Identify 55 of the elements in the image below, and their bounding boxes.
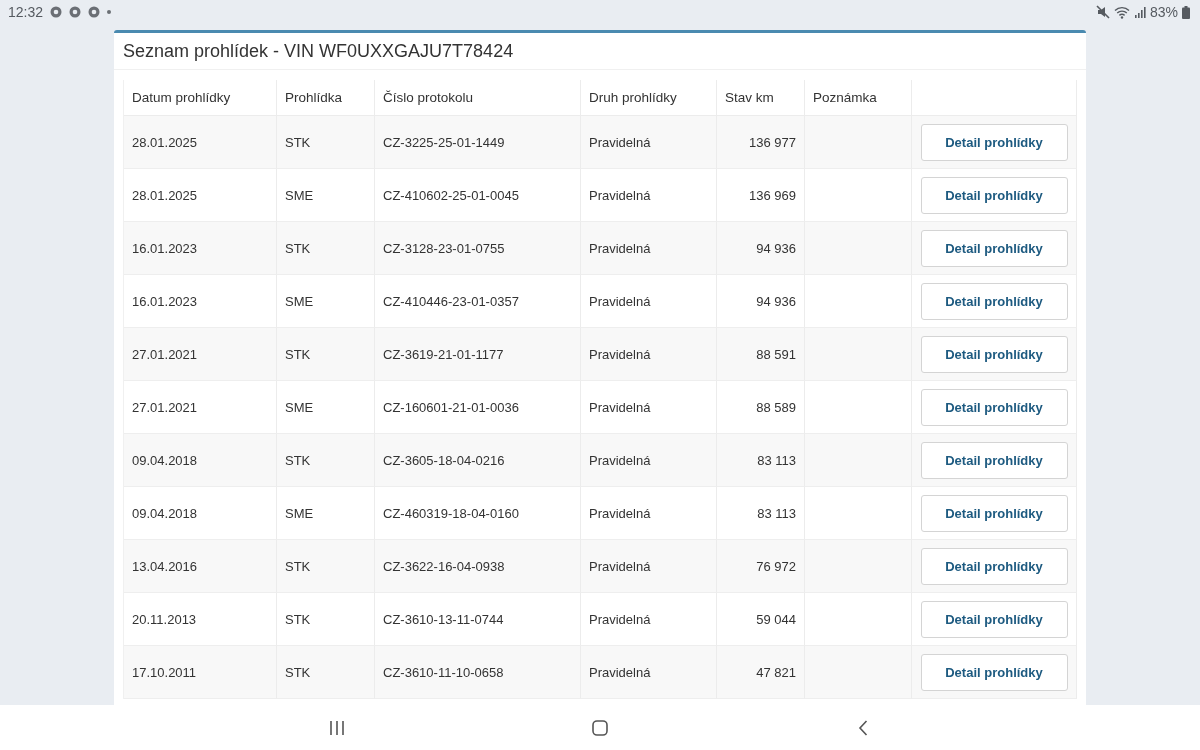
table-cell: 76 972 <box>717 540 805 593</box>
table-cell: 88 591 <box>717 328 805 381</box>
detail-button[interactable]: Detail prohlídky <box>920 176 1068 214</box>
detail-button[interactable]: Detail prohlídky <box>920 123 1068 161</box>
table-cell: STK <box>277 116 375 169</box>
table-cell: Pravidelná <box>581 328 717 381</box>
browser-notification-icon <box>50 6 63 18</box>
table-cell: 28.01.2025 <box>124 116 277 169</box>
battery-icon <box>1182 5 1190 19</box>
table-cell: 09.04.2018 <box>124 434 277 487</box>
detail-button[interactable]: Detail prohlídky <box>920 547 1068 585</box>
table-cell: 13.04.2016 <box>124 540 277 593</box>
table-cell: STK <box>277 434 375 487</box>
detail-button[interactable]: Detail prohlídky <box>920 388 1068 426</box>
battery-percentage: 83% <box>1149 4 1178 20</box>
detail-button[interactable]: Detail prohlídky <box>920 282 1068 320</box>
detail-button[interactable]: Detail prohlídky <box>920 494 1068 532</box>
detail-button[interactable]: Detail prohlídky <box>920 600 1068 638</box>
table-cell: Pravidelná <box>581 222 717 275</box>
table-cell: 83 113 <box>717 434 805 487</box>
list-title: Seznam prohlídek - VIN WF0UXXGAJU7T78424 <box>114 33 1086 70</box>
table-cell: 27.01.2021 <box>124 328 277 381</box>
wifi-icon <box>1113 5 1130 19</box>
table-cell: STK <box>277 222 375 275</box>
detail-button[interactable]: Detail prohlídky <box>920 229 1068 267</box>
browser-notification-icon <box>88 6 101 18</box>
detail-button[interactable]: Detail prohlídky <box>920 653 1068 691</box>
table-cell: CZ-3619-21-01-1177 <box>375 328 581 381</box>
table-cell: Pravidelná <box>581 540 717 593</box>
mute-icon <box>1095 5 1110 19</box>
table-cell: STK <box>277 646 375 699</box>
table-cell: Pravidelná <box>581 646 717 699</box>
table-cell: CZ-3622-16-04-0938 <box>375 540 581 593</box>
back-icon[interactable] <box>858 719 868 736</box>
table-cell: STK <box>277 328 375 381</box>
detail-button[interactable]: Detail prohlídky <box>920 335 1068 373</box>
table-cell: 17.10.2011 <box>124 646 277 699</box>
browser-notification-icon <box>69 6 82 18</box>
table-cell: 94 936 <box>717 222 805 275</box>
home-icon[interactable] <box>592 719 608 736</box>
clock-time: 12:32 <box>8 4 44 20</box>
table-cell: CZ-3225-25-01-1449 <box>375 116 581 169</box>
table-cell: Pravidelná <box>581 116 717 169</box>
table-cell: CZ-3610-11-10-0658 <box>375 646 581 699</box>
table-cell: 16.01.2023 <box>124 222 277 275</box>
recent-apps-icon[interactable] <box>329 720 345 735</box>
table-cell: 136 977 <box>717 116 805 169</box>
dot-icon <box>107 10 112 14</box>
table-cell: Pravidelná <box>581 434 717 487</box>
table-cell: CZ-3605-18-04-0216 <box>375 434 581 487</box>
table-cell: 47 821 <box>717 646 805 699</box>
signal-icon <box>1133 6 1146 18</box>
table-cell: STK <box>277 540 375 593</box>
table-cell: CZ-3128-23-01-0755 <box>375 222 581 275</box>
detail-button[interactable]: Detail prohlídky <box>920 441 1068 479</box>
